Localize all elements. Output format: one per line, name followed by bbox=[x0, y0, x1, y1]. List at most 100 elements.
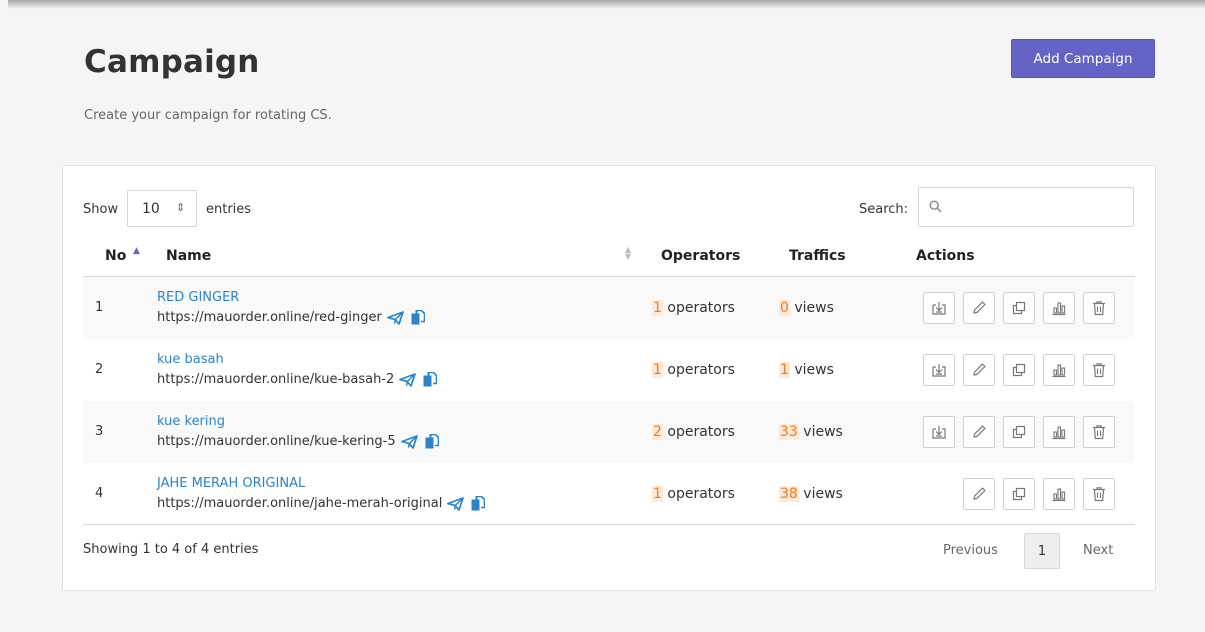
trash-icon bbox=[1091, 486, 1107, 502]
edit-button[interactable] bbox=[963, 292, 995, 324]
row-number: 4 bbox=[95, 486, 104, 501]
sort-ascending-icon: ▲ bbox=[133, 246, 140, 256]
operators-count: 1 bbox=[652, 486, 663, 502]
bar-chart-icon bbox=[1051, 486, 1067, 502]
trash-icon bbox=[1091, 424, 1107, 440]
duplicate-button[interactable] bbox=[1003, 478, 1035, 510]
row-number: 1 bbox=[95, 300, 104, 315]
edit-button[interactable] bbox=[963, 354, 995, 386]
operators-cell: 1 operators bbox=[652, 362, 735, 378]
bar-chart-icon bbox=[1051, 300, 1067, 316]
campaign-url: https://mauorder.online/jahe-merah-origi… bbox=[157, 495, 486, 512]
stats-button[interactable] bbox=[1043, 478, 1075, 510]
table-info: Showing 1 to 4 of 4 entries bbox=[83, 542, 259, 557]
delete-button[interactable] bbox=[1083, 292, 1115, 324]
send-icon[interactable] bbox=[396, 434, 418, 449]
footer-divider bbox=[83, 524, 1135, 525]
edit-button[interactable] bbox=[963, 478, 995, 510]
row-actions bbox=[923, 354, 1115, 386]
page-subtitle: Create your campaign for rotating CS. bbox=[84, 108, 332, 123]
campaign-name-cell: kue kering https://mauorder.online/kue-ke… bbox=[157, 413, 439, 450]
campaign-url: https://mauorder.online/red-ginger bbox=[157, 309, 425, 326]
copy-icon[interactable] bbox=[406, 310, 425, 325]
stats-button[interactable] bbox=[1043, 292, 1075, 324]
campaign-name-link[interactable]: kue basah bbox=[157, 351, 437, 368]
operators-count: 1 bbox=[652, 362, 663, 378]
search-input[interactable] bbox=[949, 189, 1129, 225]
stats-button[interactable] bbox=[1043, 354, 1075, 386]
page-1-button[interactable]: 1 bbox=[1024, 533, 1060, 569]
traffic-count: 38 bbox=[779, 486, 799, 502]
edit-button[interactable] bbox=[963, 416, 995, 448]
column-header-name[interactable]: Name bbox=[166, 248, 211, 264]
stats-button[interactable] bbox=[1043, 416, 1075, 448]
duplicate-icon bbox=[1011, 486, 1027, 502]
delete-button[interactable] bbox=[1083, 416, 1115, 448]
duplicate-icon bbox=[1011, 300, 1027, 316]
campaign-name-cell: kue basah https://mauorder.online/kue-bas… bbox=[157, 351, 438, 388]
campaign-url: https://mauorder.online/kue-basah-2 bbox=[157, 371, 438, 388]
show-label: Show bbox=[83, 202, 119, 217]
operators-label: operators bbox=[667, 362, 735, 378]
campaign-name-link[interactable]: RED GINGER bbox=[157, 289, 425, 306]
send-icon[interactable] bbox=[382, 310, 404, 325]
download-button[interactable] bbox=[923, 416, 955, 448]
duplicate-button[interactable] bbox=[1003, 354, 1035, 386]
copy-icon[interactable] bbox=[418, 372, 438, 387]
row-number: 2 bbox=[95, 362, 104, 377]
table-row: 1 RED GINGER https://mauorder.online/red-g… bbox=[83, 277, 1135, 339]
duplicate-button[interactable] bbox=[1003, 416, 1035, 448]
send-icon[interactable] bbox=[442, 496, 465, 511]
send-icon[interactable] bbox=[394, 372, 417, 387]
traffic-label: views bbox=[803, 424, 843, 440]
duplicate-icon bbox=[1011, 424, 1027, 440]
previous-page-button[interactable]: Previous bbox=[943, 543, 998, 558]
download-button[interactable] bbox=[923, 354, 955, 386]
campaign-name-link[interactable]: JAHE MERAH ORIGINAL bbox=[157, 475, 485, 492]
campaign-name-cell: JAHE MERAH ORIGINAL https://mauorder.onli… bbox=[157, 475, 486, 512]
traffic-label: views bbox=[803, 486, 843, 502]
traffic-count: 33 bbox=[779, 424, 799, 440]
operators-cell: 1 operators bbox=[652, 486, 735, 502]
traffic-cell: 33 views bbox=[779, 424, 843, 440]
campaign-url-text: https://mauorder.online/jahe-merah-origi… bbox=[157, 496, 443, 511]
table-row: 4 JAHE MERAH ORIGINAL https://mauorder.onl… bbox=[83, 463, 1135, 525]
download-icon bbox=[931, 362, 947, 378]
bar-chart-icon bbox=[1051, 362, 1067, 378]
select-arrows-icon: ⇕ bbox=[176, 201, 186, 214]
operators-cell: 2 operators bbox=[652, 424, 735, 440]
row-actions bbox=[923, 416, 1115, 448]
column-header-operators[interactable]: Operators bbox=[661, 248, 740, 264]
traffic-cell: 0 views bbox=[779, 300, 834, 316]
campaign-table-card: Show 10 ⇕ entries Search: No ▲ Name ▲ ▼ O… bbox=[62, 165, 1156, 591]
entries-per-page-select[interactable]: 10 ⇕ bbox=[127, 190, 197, 227]
traffic-count: 1 bbox=[779, 362, 790, 378]
duplicate-button[interactable] bbox=[1003, 292, 1035, 324]
traffic-cell: 1 views bbox=[779, 362, 834, 378]
column-header-no[interactable]: No bbox=[105, 248, 126, 264]
top-shadow bbox=[8, 0, 1205, 9]
entries-select-value: 10 bbox=[142, 200, 160, 217]
operators-label: operators bbox=[667, 424, 735, 440]
search-box[interactable] bbox=[918, 187, 1134, 227]
delete-button[interactable] bbox=[1083, 478, 1115, 510]
column-header-traffics: Traffics bbox=[789, 248, 846, 264]
copy-icon[interactable] bbox=[420, 434, 439, 449]
next-page-button[interactable]: Next bbox=[1083, 543, 1113, 558]
download-button[interactable] bbox=[923, 292, 955, 324]
duplicate-icon bbox=[1011, 362, 1027, 378]
copy-icon[interactable] bbox=[466, 496, 486, 511]
row-actions bbox=[923, 292, 1115, 324]
pencil-icon bbox=[971, 424, 987, 440]
campaign-url: https://mauorder.online/kue-kering-5 bbox=[157, 433, 439, 450]
column-header-actions: Actions bbox=[916, 248, 975, 264]
delete-button[interactable] bbox=[1083, 354, 1115, 386]
traffic-cell: 38 views bbox=[779, 486, 843, 502]
row-actions bbox=[923, 478, 1115, 510]
campaign-name-link[interactable]: kue kering bbox=[157, 413, 439, 430]
add-campaign-button[interactable]: Add Campaign bbox=[1011, 39, 1155, 78]
sort-both-icon: ▲ ▼ bbox=[625, 245, 632, 261]
pencil-icon bbox=[971, 300, 987, 316]
page-title: Campaign bbox=[84, 44, 260, 80]
bar-chart-icon bbox=[1051, 424, 1067, 440]
